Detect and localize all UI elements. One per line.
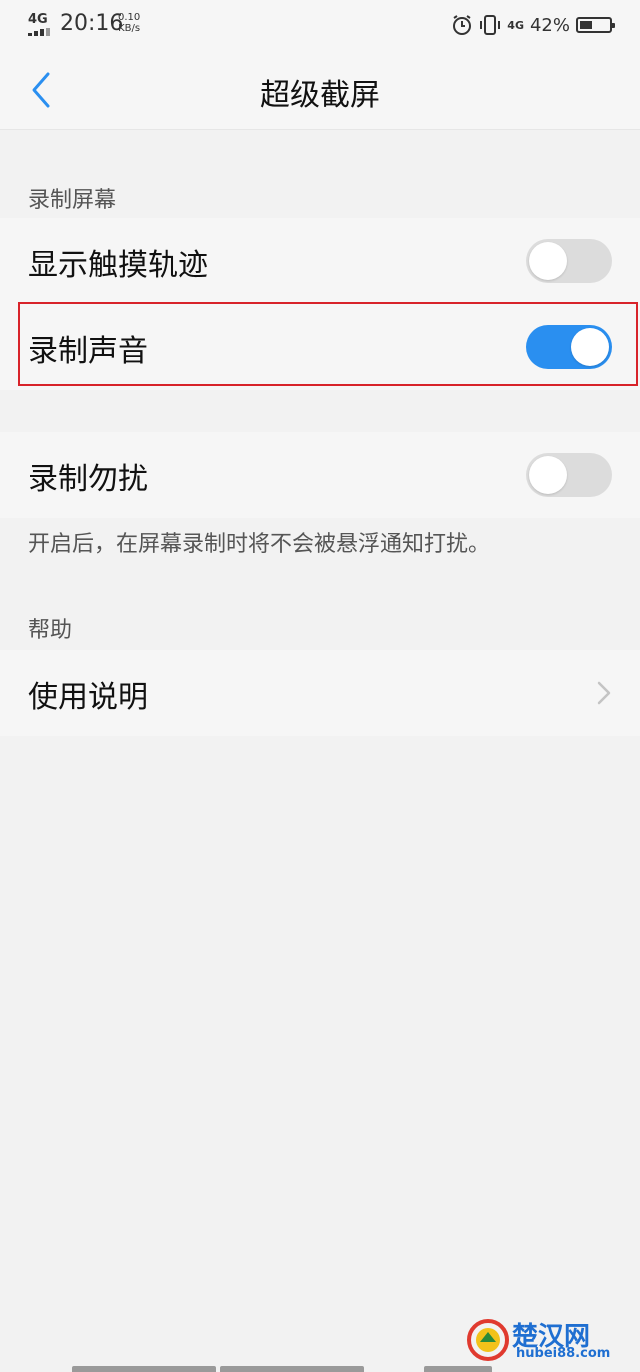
page-title: 超级截屏 — [260, 78, 380, 113]
dnd-hint: 开启后，在屏幕录制时将不会被悬浮通知打扰。 — [28, 532, 491, 557]
status-time: 20:16 — [60, 11, 124, 36]
battery-icon — [576, 17, 615, 33]
toggle-record-dnd[interactable] — [526, 453, 612, 497]
toggle-knob — [529, 242, 567, 280]
alarm-icon — [453, 15, 472, 35]
app-header: 超级截屏 — [0, 50, 640, 130]
setting-label: 录制勿扰 — [28, 462, 148, 497]
signal-icon — [28, 28, 52, 36]
toggle-knob — [529, 456, 567, 494]
setting-show-touches[interactable]: 显示触摸轨迹 — [0, 218, 640, 304]
watermark: 楚汉网 hubei88.com — [466, 1316, 626, 1364]
setting-instructions[interactable]: 使用说明 — [0, 650, 640, 736]
setting-label: 显示触摸轨迹 — [28, 248, 208, 283]
vibrate-icon — [480, 15, 501, 35]
network-type: 4G — [28, 12, 48, 27]
battery-fill — [580, 21, 592, 29]
section-label-help: 帮助 — [28, 618, 73, 643]
setting-label: 使用说明 — [28, 680, 148, 715]
chevron-right-icon — [597, 681, 611, 705]
toggle-show-touches[interactable] — [526, 239, 612, 283]
highlight-annotation — [18, 302, 638, 386]
status-bar: 4G 20:16 0.10 KB/s 4G 42% — [0, 0, 640, 50]
setting-record-dnd[interactable]: 录制勿扰 — [0, 432, 640, 518]
section-label-record-screen: 录制屏幕 — [28, 188, 117, 213]
status-right: 4G 42% — [451, 12, 615, 38]
watermark-logo-icon — [467, 1319, 509, 1361]
network-speed: 0.10 KB/s — [118, 12, 141, 34]
network-type-2: 4G — [507, 18, 524, 32]
bottom-bars — [72, 1366, 492, 1372]
watermark-url: hubei88.com — [516, 1346, 611, 1361]
battery-percent: 42% — [529, 14, 570, 36]
